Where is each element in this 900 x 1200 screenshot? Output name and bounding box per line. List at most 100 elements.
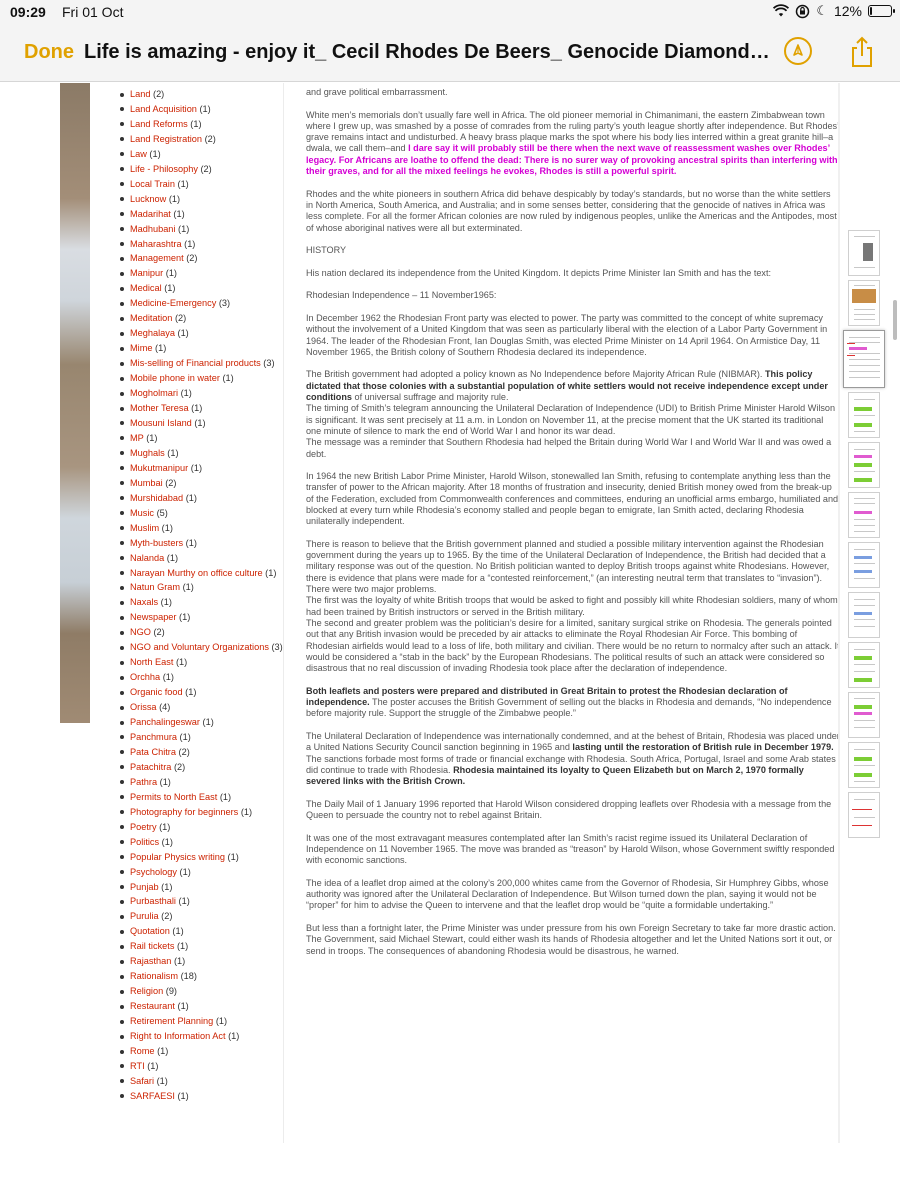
page-thumbnail-selected[interactable] xyxy=(843,330,885,388)
category-link[interactable]: Restaurant (1) xyxy=(118,999,283,1014)
category-link[interactable]: Orchha (1) xyxy=(118,670,283,685)
category-link[interactable]: Purulia (2) xyxy=(118,909,283,924)
page-thumbnail[interactable] xyxy=(848,592,880,638)
category-link[interactable]: MP (1) xyxy=(118,431,283,446)
paragraph: The Unilateral Declaration of Independen… xyxy=(306,730,840,787)
category-link[interactable]: Land Registration (2) xyxy=(118,132,283,147)
category-link[interactable]: Photography for beginners (1) xyxy=(118,805,283,820)
category-link[interactable]: Land Acquisition (1) xyxy=(118,102,283,117)
page-thumbnail[interactable] xyxy=(848,542,880,588)
category-link[interactable]: Organic food (1) xyxy=(118,685,283,700)
category-link[interactable]: Murshidabad (1) xyxy=(118,491,283,506)
category-link[interactable]: Pata Chitra (2) xyxy=(118,745,283,760)
paragraph: But less than a fortnight later, the Pri… xyxy=(306,922,836,956)
page-thumbnail[interactable] xyxy=(848,442,880,488)
category-link[interactable]: Maharashtra (1) xyxy=(118,237,283,252)
category-link[interactable]: Music (5) xyxy=(118,506,283,521)
category-link[interactable]: Meditation (2) xyxy=(118,311,283,326)
category-link[interactable]: Narayan Murthy on office culture (1) xyxy=(118,566,283,581)
category-link[interactable]: Pathra (1) xyxy=(118,775,283,790)
category-link[interactable]: Poetry (1) xyxy=(118,820,283,835)
category-link[interactable]: Psychology (1) xyxy=(118,865,283,880)
markup-pen-icon[interactable] xyxy=(784,37,812,65)
category-link[interactable]: Rajasthan (1) xyxy=(118,954,283,969)
category-link[interactable]: Retirement Planning (1) xyxy=(118,1014,283,1029)
category-link[interactable]: Mobile phone in water (1) xyxy=(118,371,283,386)
document-view[interactable]: Land (2) Land Acquisition (1) Land Reforms… xyxy=(0,83,900,1200)
category-link[interactable]: Newspaper (1) xyxy=(118,610,283,625)
category-link[interactable]: Right to Information Act (1) xyxy=(118,1029,283,1044)
category-link[interactable]: SARFAESI (1) xyxy=(118,1089,283,1104)
category-link[interactable]: Rationalism (18) xyxy=(118,969,283,984)
category-link[interactable]: Meghalaya (1) xyxy=(118,326,283,341)
category-link[interactable]: Permits to North East (1) xyxy=(118,790,283,805)
category-link[interactable]: Purbasthali (1) xyxy=(118,894,283,909)
page-thumbnail[interactable] xyxy=(848,492,880,538)
category-link[interactable]: Local Train (1) xyxy=(118,177,283,192)
category-link[interactable]: Mukutmanipur (1) xyxy=(118,461,283,476)
nav-bar: Done Life is amazing - enjoy it_ Cecil R… xyxy=(0,24,900,82)
page-edge xyxy=(838,83,840,1143)
article-body: and grave political embarrassment. White… xyxy=(306,87,840,1143)
page-thumbnail[interactable] xyxy=(848,642,880,688)
category-link[interactable]: Manipur (1) xyxy=(118,266,283,281)
page-thumbnail[interactable] xyxy=(848,392,880,438)
category-link[interactable]: Land Reforms (1) xyxy=(118,117,283,132)
share-icon[interactable] xyxy=(848,36,876,68)
category-link[interactable]: Madarihat (1) xyxy=(118,207,283,222)
category-link[interactable]: Panchalingeswar (1) xyxy=(118,715,283,730)
category-sidebar: Land (2) Land Acquisition (1) Land Reforms… xyxy=(118,87,283,1104)
category-link[interactable]: Quotation (1) xyxy=(118,924,283,939)
category-link[interactable]: Mother Teresa (1) xyxy=(118,401,283,416)
category-link[interactable]: Myth-busters (1) xyxy=(118,536,283,551)
page-thumbnail[interactable] xyxy=(848,792,880,838)
page-thumbnail[interactable] xyxy=(848,742,880,788)
document-title: Life is amazing - enjoy it_ Cecil Rhodes… xyxy=(84,41,774,63)
paragraph: The idea of a leaflet drop aimed at the … xyxy=(306,877,829,911)
category-link[interactable]: Mogholmari (1) xyxy=(118,386,283,401)
page-thumbnail[interactable] xyxy=(848,230,880,276)
category-link[interactable]: Medical (1) xyxy=(118,281,283,296)
category-link[interactable]: Mime (1) xyxy=(118,341,283,356)
category-link[interactable]: Orissa (4) xyxy=(118,700,283,715)
category-link[interactable]: Nalanda (1) xyxy=(118,551,283,566)
paragraph: The Daily Mail of 1 January 1996 reporte… xyxy=(306,798,832,820)
category-link[interactable]: Land (2) xyxy=(118,87,283,102)
category-link[interactable]: Mousuni Island (1) xyxy=(118,416,283,431)
category-link[interactable]: Rome (1) xyxy=(118,1044,283,1059)
category-link[interactable]: Lucknow (1) xyxy=(118,192,283,207)
category-link[interactable]: Politics (1) xyxy=(118,835,283,850)
category-link[interactable]: Mughals (1) xyxy=(118,446,283,461)
category-link[interactable]: Rail tickets (1) xyxy=(118,939,283,954)
paragraph: It was one of the most extravagant measu… xyxy=(306,832,835,866)
clock: 09:29 xyxy=(10,4,46,20)
category-link[interactable]: Safari (1) xyxy=(118,1074,283,1089)
category-link[interactable]: Management (2) xyxy=(118,251,283,266)
category-link[interactable]: North East (1) xyxy=(118,655,283,670)
page-thumbnail[interactable] xyxy=(848,280,880,326)
page-thumbnail[interactable] xyxy=(848,692,880,738)
category-link[interactable]: Mumbai (2) xyxy=(118,476,283,491)
category-link[interactable]: Punjab (1) xyxy=(118,880,283,895)
status-bar: 09:29 Fri 01 Oct ☾ 12% xyxy=(0,0,900,24)
category-link[interactable]: Madhubani (1) xyxy=(118,222,283,237)
category-link[interactable]: NGO (2) xyxy=(118,625,283,640)
category-link[interactable]: NGO and Voluntary Organizations (3) xyxy=(118,640,283,655)
category-link[interactable]: RTI (1) xyxy=(118,1059,283,1074)
done-button[interactable]: Done xyxy=(24,41,74,64)
category-link[interactable]: Religion (9) xyxy=(118,984,283,999)
paragraph: and grave political embarrassment. xyxy=(306,87,448,97)
category-link[interactable]: Muslim (1) xyxy=(118,521,283,536)
category-link[interactable]: Patachitra (2) xyxy=(118,760,283,775)
scrollbar-thumb[interactable] xyxy=(893,300,897,340)
category-link[interactable]: Mis-selling of Financial products (3) xyxy=(118,356,283,371)
category-link[interactable]: Naxals (1) xyxy=(118,595,283,610)
category-link[interactable]: Law (1) xyxy=(118,147,283,162)
category-link[interactable]: Natun Gram (1) xyxy=(118,580,283,595)
scrollbar[interactable] xyxy=(893,300,897,1200)
category-link[interactable]: Medicine-Emergency (3) xyxy=(118,296,283,311)
category-link[interactable]: Panchmura (1) xyxy=(118,730,283,745)
category-link[interactable]: Popular Physics writing (1) xyxy=(118,850,283,865)
date: Fri 01 Oct xyxy=(62,4,124,20)
category-link[interactable]: Life - Philosophy (2) xyxy=(118,162,283,177)
